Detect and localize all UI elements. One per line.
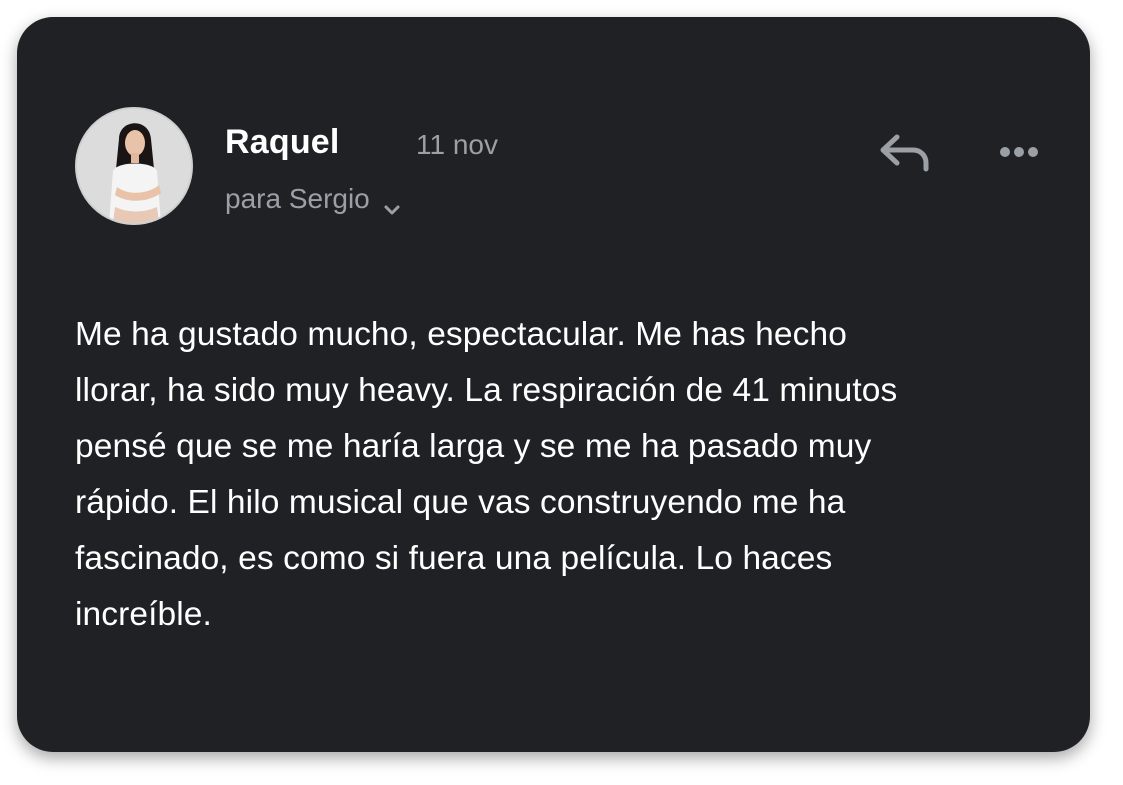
reply-button[interactable] bbox=[877, 129, 935, 177]
message-date: 11 nov bbox=[416, 129, 498, 160]
more-options-button[interactable] bbox=[995, 137, 1043, 167]
recipient-details-toggle[interactable]: para Sergio bbox=[225, 183, 402, 215]
email-message-card: Raquel 11 nov para Sergio Me ha gustado … bbox=[17, 17, 1090, 752]
chevron-down-icon bbox=[382, 192, 402, 215]
avatar-photo bbox=[77, 109, 191, 223]
reply-arrow-icon bbox=[880, 134, 929, 172]
message-body: Me ha gustado mucho, espectacular. Me ha… bbox=[75, 316, 898, 633]
more-horizontal-icon bbox=[1000, 147, 1038, 157]
avatar[interactable] bbox=[75, 107, 193, 225]
recipient-label: para Sergio bbox=[225, 183, 370, 214]
sender-name: Raquel bbox=[225, 123, 340, 161]
